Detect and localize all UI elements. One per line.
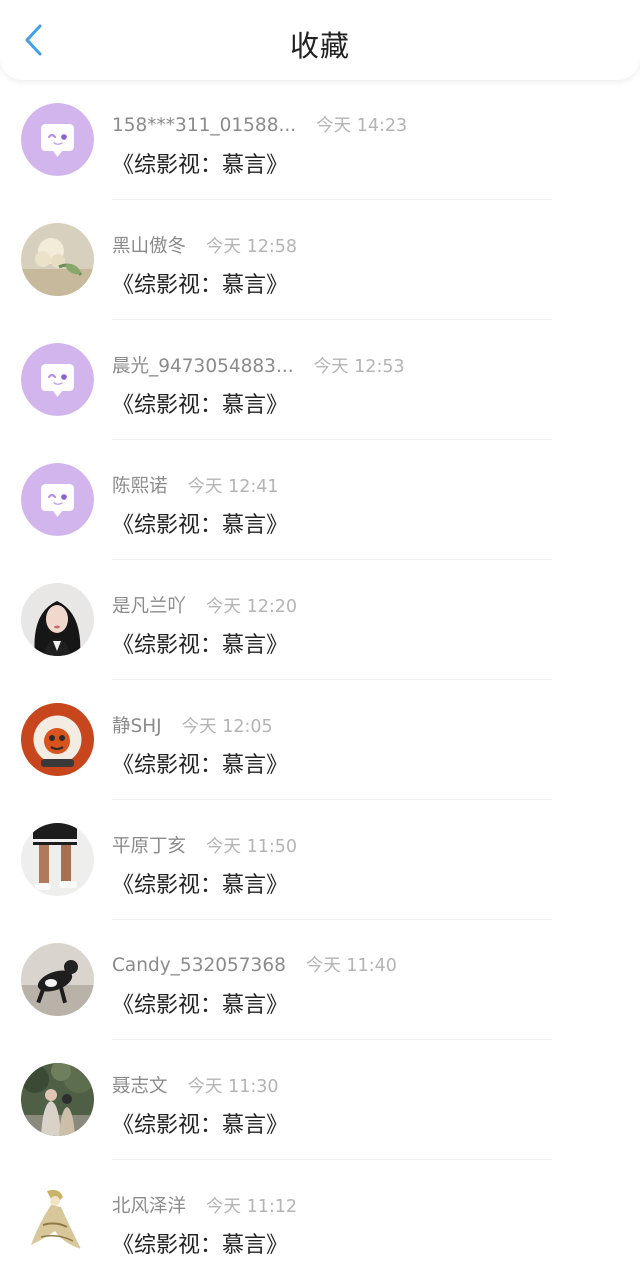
default-chat-avatar[interactable]	[21, 103, 94, 176]
list-item[interactable]: 158***311_01588... 今天 14:23 《综影视：慕言》	[0, 80, 640, 200]
book-title[interactable]: 《综影视：慕言》	[112, 867, 288, 899]
user-name[interactable]: 北风泽洋	[112, 1196, 186, 1217]
timestamp: 今天 11:12	[206, 1197, 298, 1217]
book-title[interactable]: 《综影视：慕言》	[112, 147, 288, 179]
timestamp: 今天 12:53	[313, 357, 405, 377]
orange-cartoon-avatar[interactable]	[21, 703, 94, 776]
list-item[interactable]: 聂志文 今天 11:30 《综影视：慕言》	[0, 1040, 640, 1160]
default-chat-avatar[interactable]	[21, 463, 94, 536]
list-item[interactable]: Candy_532057368 今天 11:40 《综影视：慕言》	[0, 920, 640, 1040]
book-title[interactable]: 《综影视：慕言》	[112, 267, 288, 299]
legs-photo-avatar[interactable]	[21, 823, 94, 896]
timestamp: 今天 12:05	[181, 717, 273, 737]
user-name[interactable]: Candy_532057368	[112, 955, 286, 976]
anime-character-avatar[interactable]	[21, 1183, 94, 1256]
top-bar: 收藏	[0, 0, 640, 80]
book-title[interactable]: 《综影视：慕言》	[112, 747, 288, 779]
timestamp: 今天 11:50	[206, 837, 298, 857]
flower-photo-avatar[interactable]	[21, 223, 94, 296]
book-title[interactable]: 《综影视：慕言》	[112, 387, 288, 419]
list-item[interactable]: 北风泽洋 今天 11:12 《综影视：慕言》	[0, 1160, 640, 1276]
list-item[interactable]: 静SHJ 今天 12:05 《综影视：慕言》	[0, 680, 640, 800]
book-title[interactable]: 《综影视：慕言》	[112, 1107, 288, 1139]
girl-portrait-avatar[interactable]	[21, 583, 94, 656]
timestamp: 今天 12:58	[206, 237, 298, 257]
user-name[interactable]: 158***311_01588...	[112, 115, 296, 136]
favorites-list: 158***311_01588... 今天 14:23 《综影视：慕言》 黑山傲冬…	[0, 80, 640, 1276]
book-title[interactable]: 《综影视：慕言》	[112, 507, 288, 539]
user-name[interactable]: 陈熙诺	[112, 476, 168, 497]
list-item[interactable]: 陈熙诺 今天 12:41 《综影视：慕言》	[0, 440, 640, 560]
book-title[interactable]: 《综影视：慕言》	[112, 627, 288, 659]
default-chat-avatar[interactable]	[21, 343, 94, 416]
forest-photo-avatar[interactable]	[21, 1063, 94, 1136]
list-item[interactable]: 晨光_9473054883... 今天 12:53 《综影视：慕言》	[0, 320, 640, 440]
list-item[interactable]: 是凡兰吖 今天 12:20 《综影视：慕言》	[0, 560, 640, 680]
user-name[interactable]: 晨光_9473054883...	[112, 356, 294, 377]
timestamp: 今天 11:30	[187, 1077, 279, 1097]
dog-photo-avatar[interactable]	[21, 943, 94, 1016]
timestamp: 今天 12:20	[206, 597, 298, 617]
user-name[interactable]: 平原丁亥	[112, 836, 186, 857]
user-name[interactable]: 静SHJ	[112, 716, 162, 737]
timestamp: 今天 14:23	[316, 116, 408, 136]
page-title: 收藏	[289, 29, 350, 63]
timestamp: 今天 11:40	[305, 956, 397, 976]
book-title[interactable]: 《综影视：慕言》	[112, 987, 288, 1019]
list-item[interactable]: 平原丁亥 今天 11:50 《综影视：慕言》	[0, 800, 640, 920]
timestamp: 今天 12:41	[187, 477, 279, 497]
list-item[interactable]: 黑山傲冬 今天 12:58 《综影视：慕言》	[0, 200, 640, 320]
user-name[interactable]: 黑山傲冬	[112, 236, 186, 257]
user-name[interactable]: 聂志文	[112, 1076, 168, 1097]
user-name[interactable]: 是凡兰吖	[112, 596, 186, 617]
book-title[interactable]: 《综影视：慕言》	[112, 1227, 288, 1259]
